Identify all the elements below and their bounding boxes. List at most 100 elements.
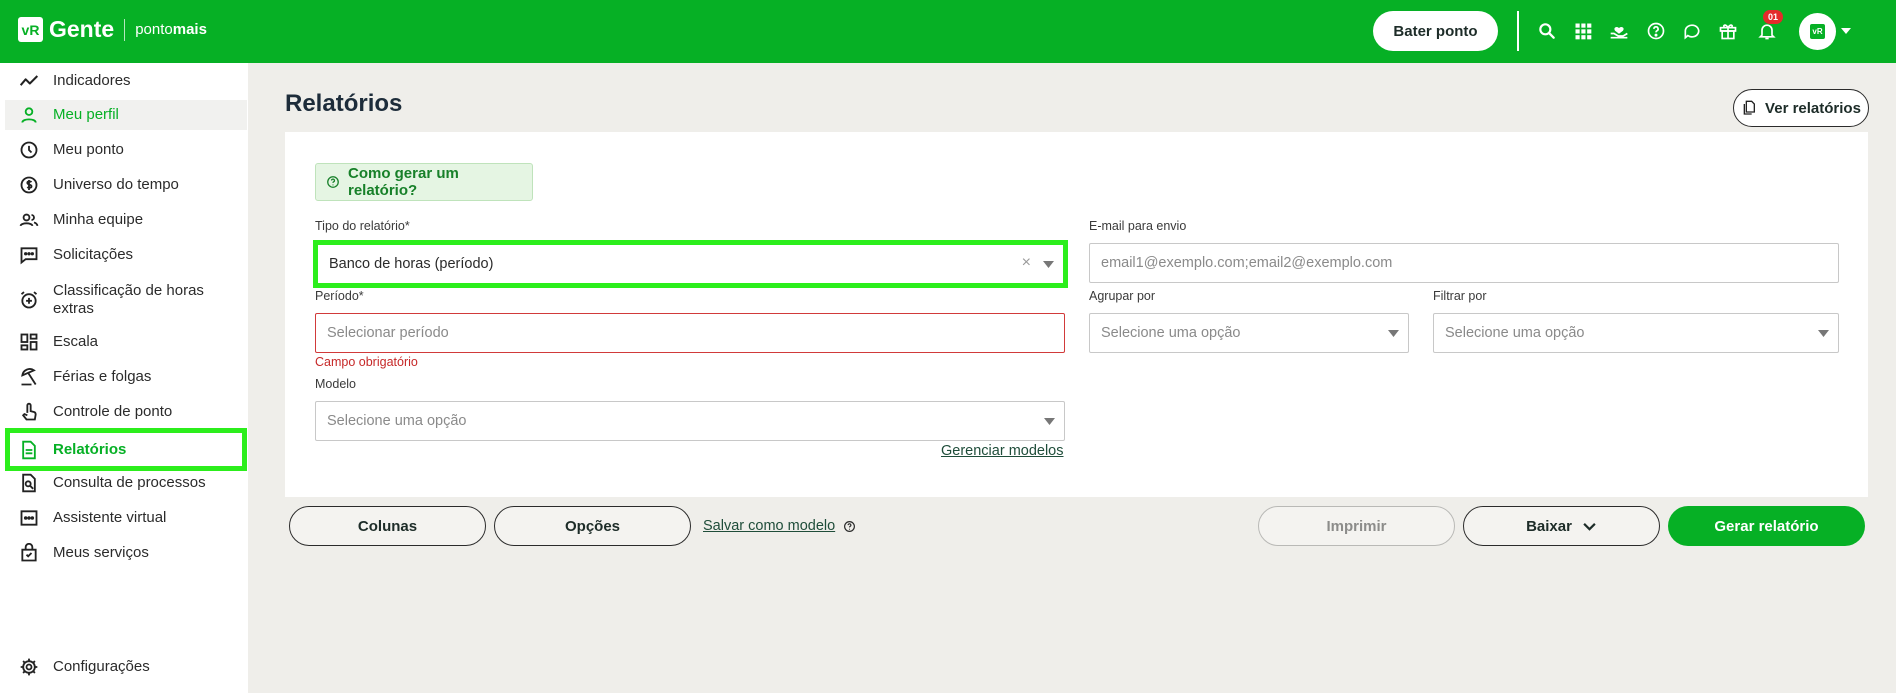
salvar-modelo-link[interactable]: Salvar como modelo — [703, 518, 835, 534]
ver-relatorios-button[interactable]: Ver relatórios — [1733, 89, 1869, 127]
assistant-icon — [18, 507, 40, 529]
sidebar-item-indicadores[interactable]: Indicadores — [5, 66, 247, 95]
help-icon[interactable] — [1645, 20, 1667, 42]
sidebar-item-label: Meus serviços — [53, 544, 149, 561]
periodo-label: Período* — [315, 289, 364, 303]
chevron-down-icon[interactable] — [1840, 26, 1852, 36]
agrupar-select[interactable]: Selecione uma opção — [1089, 313, 1409, 353]
apps-grid-icon[interactable] — [1572, 20, 1594, 42]
baixar-button[interactable]: Baixar — [1463, 506, 1660, 546]
clear-icon[interactable]: × — [1022, 254, 1031, 272]
sidebar-item-label: Configurações — [53, 658, 150, 675]
sidebar-item-label: Controle de ponto — [53, 403, 173, 420]
modelo-select[interactable]: Selecione uma opção — [315, 401, 1065, 441]
sidebar-item-universo-do-tempo[interactable]: Universo do tempo — [5, 170, 247, 200]
chevron-down-icon[interactable] — [1818, 330, 1829, 337]
salvar-modelo-label[interactable]: Salvar como modelo — [703, 518, 835, 534]
chat-icon[interactable] — [1681, 20, 1703, 42]
gear-icon — [18, 656, 40, 678]
help-icon — [327, 176, 339, 188]
search-icon[interactable] — [1536, 20, 1558, 42]
opcoes-button[interactable]: Opções — [494, 506, 691, 546]
help-link-label[interactable]: Como gerar um relatório? — [348, 165, 532, 199]
email-label: E-mail para envio — [1089, 219, 1187, 233]
sidebar-item-consulta-processos[interactable]: Consulta de processos — [5, 468, 247, 498]
colunas-button[interactable]: Colunas — [289, 506, 486, 546]
top-bar: vR Gente pontomais Bater ponto 01 vR — [0, 0, 1896, 63]
alarm-plus-icon — [18, 289, 40, 311]
sidebar-item-label: Universo do tempo — [53, 176, 179, 193]
sidebar-item-label: Assistente virtual — [53, 509, 167, 526]
logo-divider — [124, 18, 126, 41]
sidebar-item-label: Escala — [53, 333, 99, 350]
chevron-down-icon[interactable] — [1388, 330, 1399, 337]
trend-line-icon — [18, 70, 40, 92]
tipo-relatorio-value: Banco de horas (período) — [329, 256, 494, 272]
sidebar-item-configuracoes[interactable]: Configurações — [5, 652, 247, 682]
sidebar-item-label: Meu perfil — [53, 106, 119, 123]
logo-subtitle: pontomais — [135, 21, 207, 38]
page-title: Relatórios — [285, 90, 403, 117]
brand-logo[interactable]: vR Gente pontomais — [18, 16, 207, 43]
help-icon[interactable] — [843, 520, 856, 533]
sidebar-item-label: Relatórios — [53, 440, 127, 458]
sidebar-item-meu-ponto[interactable]: Meu ponto — [5, 135, 247, 165]
sidebar-item-assistente-virtual[interactable]: Assistente virtual — [5, 503, 247, 533]
person-icon — [18, 104, 40, 126]
bater-ponto-button[interactable]: Bater ponto — [1373, 11, 1498, 51]
chevron-down-icon — [1583, 522, 1596, 531]
sidebar-item-escala[interactable]: Escala — [5, 327, 247, 357]
sidebar-item-label: Meu ponto — [53, 141, 124, 158]
agrupar-placeholder: Selecione uma opção — [1101, 325, 1241, 341]
notification-badge: 01 — [1763, 10, 1783, 24]
dashboard-icon — [18, 331, 40, 353]
sidebar-item-label: Indicadores — [53, 71, 131, 89]
files-icon — [1743, 100, 1756, 115]
tipo-relatorio-select[interactable]: Banco de horas (período) × — [318, 245, 1063, 283]
sidebar-item-label: Minha equipe — [53, 211, 144, 228]
chevron-down-icon[interactable] — [1044, 418, 1055, 425]
file-search-icon — [18, 472, 40, 494]
agrupar-label: Agrupar por — [1089, 289, 1156, 303]
chevron-down-icon[interactable] — [1043, 261, 1054, 268]
sidebar-item-relatorios[interactable]: Relatórios — [5, 428, 247, 471]
sidebar-item-meu-perfil[interactable]: Meu perfil — [5, 100, 247, 130]
periodo-field[interactable]: Selecionar período — [315, 313, 1065, 353]
gerenciar-modelos-link[interactable]: Gerenciar modelos — [941, 443, 1064, 459]
tipo-relatorio-label: Tipo do relatório* — [315, 219, 410, 233]
gift-icon[interactable] — [1717, 20, 1739, 42]
sidebar-item-controle-de-ponto[interactable]: Controle de ponto — [5, 397, 247, 427]
sidebar-item-label: Classificação de horas extras — [53, 282, 204, 317]
filtrar-label: Filtrar por — [1433, 289, 1487, 303]
bag-icon — [18, 542, 40, 564]
clock-icon — [18, 139, 40, 161]
email-field[interactable]: email1@exemplo.com;email2@exemplo.com — [1089, 243, 1839, 283]
imprimir-button[interactable]: Imprimir — [1258, 506, 1455, 546]
message-dots-icon — [18, 244, 40, 266]
avatar[interactable]: vR — [1799, 13, 1836, 50]
heart-hand-icon[interactable] — [1608, 20, 1630, 42]
logo-mark: vR — [18, 17, 43, 42]
periodo-placeholder: Selecionar período — [327, 325, 449, 341]
email-placeholder: email1@exemplo.com;email2@exemplo.com — [1101, 255, 1393, 271]
baixar-label: Baixar — [1526, 517, 1572, 535]
filtrar-placeholder: Selecione uma opção — [1445, 325, 1585, 341]
touch-hand-icon — [18, 401, 40, 423]
periodo-error: Campo obrigatório — [315, 355, 418, 369]
sidebar-item-classificacao-horas-extras[interactable]: Classificação de horas extras — [5, 280, 247, 320]
modelo-placeholder: Selecione uma opção — [327, 413, 467, 429]
beach-umbrella-icon — [18, 366, 40, 388]
sidebar-item-label: Férias e folgas — [53, 368, 152, 385]
sidebar-item-solicitacoes[interactable]: Solicitações — [5, 240, 247, 270]
sidebar-item-minha-equipe[interactable]: Minha equipe — [5, 205, 247, 235]
sidebar-item-meus-servicos[interactable]: Meus serviços — [5, 538, 247, 568]
team-icon — [18, 209, 40, 231]
coin-icon — [18, 174, 40, 196]
help-link-box[interactable]: Como gerar um relatório? — [315, 163, 533, 201]
logo-name: Gente — [49, 16, 115, 42]
header-divider — [1517, 11, 1519, 51]
sidebar-item-ferias-folgas[interactable]: Férias e folgas — [5, 362, 247, 392]
sidebar-item-label: Solicitações — [53, 246, 134, 263]
filtrar-select[interactable]: Selecione uma opção — [1433, 313, 1839, 353]
gerar-relatorio-button[interactable]: Gerar relatório — [1668, 506, 1865, 546]
